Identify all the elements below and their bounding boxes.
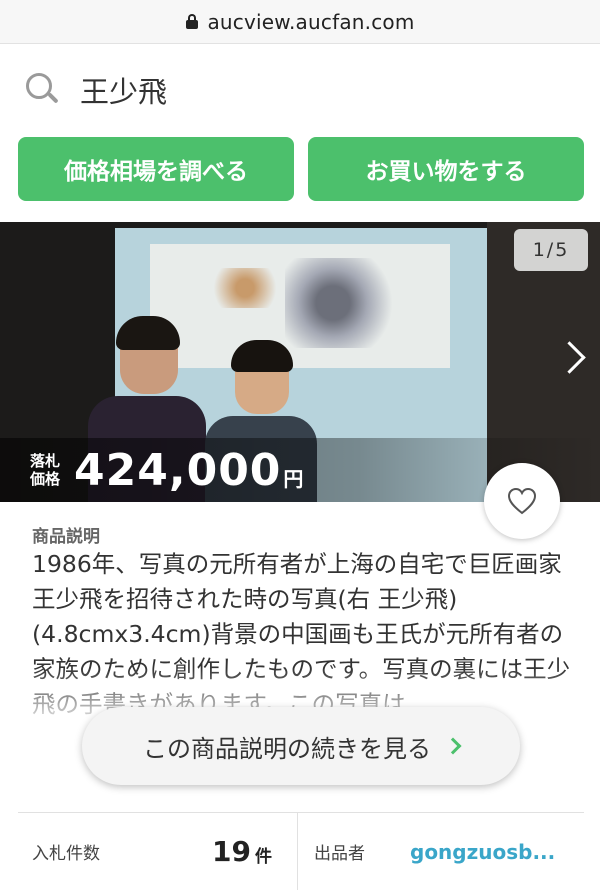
chevron-right-icon xyxy=(444,737,462,755)
item-stats: 入札件数 19 件 出品者 gongzuosb... xyxy=(18,812,584,890)
read-more-button[interactable]: この商品説明の続きを見る xyxy=(82,707,520,785)
search-icon xyxy=(26,73,60,107)
seller-label: 出品者 xyxy=(314,844,365,864)
chevron-right-icon[interactable] xyxy=(556,338,584,378)
image-counter: 1/5 xyxy=(514,229,588,271)
address-bar[interactable]: aucview.aucfan.com xyxy=(0,0,600,44)
url-text: aucview.aucfan.com xyxy=(207,9,415,34)
price-label: 落札 価格 xyxy=(30,452,60,488)
painting-flowers xyxy=(205,268,285,308)
bid-count-label: 入札件数 xyxy=(32,844,100,864)
bid-count: 入札件数 19 件 xyxy=(18,812,298,890)
shop-button[interactable]: お買い物をする xyxy=(308,137,584,201)
bid-count-value: 19 xyxy=(212,835,251,868)
price-unit: 円 xyxy=(283,466,304,491)
favorite-button[interactable] xyxy=(484,463,560,539)
read-more-label: この商品説明の続きを見る xyxy=(143,734,431,763)
search-bar[interactable]: 王少飛 xyxy=(0,44,600,136)
painting-rock xyxy=(285,258,405,348)
heart-icon xyxy=(507,487,537,515)
description-title: 商品説明 xyxy=(32,527,100,547)
market-price-button[interactable]: 価格相場を調べる xyxy=(18,137,294,201)
price-label-line2: 価格 xyxy=(30,470,61,488)
seller-link[interactable]: gongzuosb... xyxy=(410,840,555,864)
seller: 出品者 gongzuosb... xyxy=(298,813,584,890)
lock-icon xyxy=(185,13,199,30)
price-value: 424,000 xyxy=(74,444,282,496)
bid-count-unit: 件 xyxy=(254,847,272,867)
action-buttons: 価格相場を調べる お買い物をする xyxy=(18,137,584,201)
search-query[interactable]: 王少飛 xyxy=(80,69,167,111)
price-label-line1: 落札 xyxy=(30,452,61,470)
